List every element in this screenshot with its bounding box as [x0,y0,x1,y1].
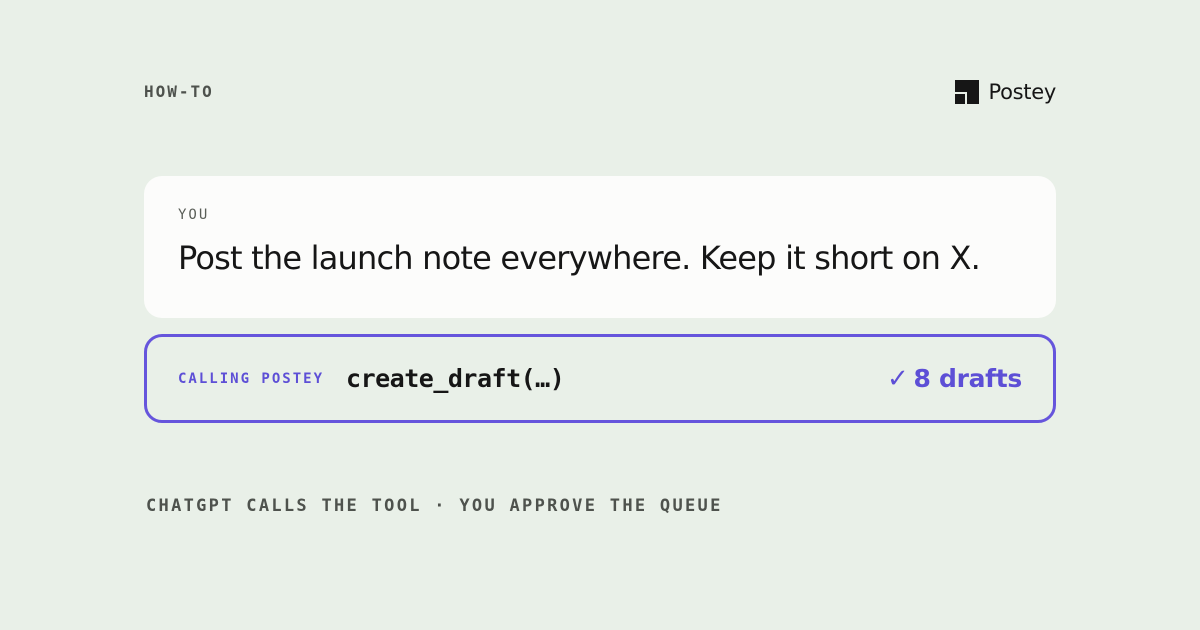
brand[interactable]: Postey [954,80,1057,104]
postey-logo-icon [954,80,979,104]
eyebrow-label: HOW-TO [144,82,214,101]
message-text: Post the launch note everywhere. Keep it… [178,239,981,277]
tool-call-label: CALLING POSTEY [178,370,325,387]
tool-call-function: create_draft(…) [346,364,565,393]
tool-call-card: CALLING POSTEY create_draft(…) ✓ 8 draft… [144,334,1056,423]
user-message-card: YOU Post the launch note everywhere. Kee… [144,176,1056,318]
tool-call-result: ✓ 8 drafts [887,364,1022,393]
result-text: 8 drafts [913,364,1022,393]
footer-caption: CHATGPT CALLS THE TOOL · YOU APPROVE THE… [146,496,723,516]
check-icon: ✓ [886,363,909,394]
brand-name: Postey [988,80,1057,104]
message-role: YOU [178,207,210,223]
